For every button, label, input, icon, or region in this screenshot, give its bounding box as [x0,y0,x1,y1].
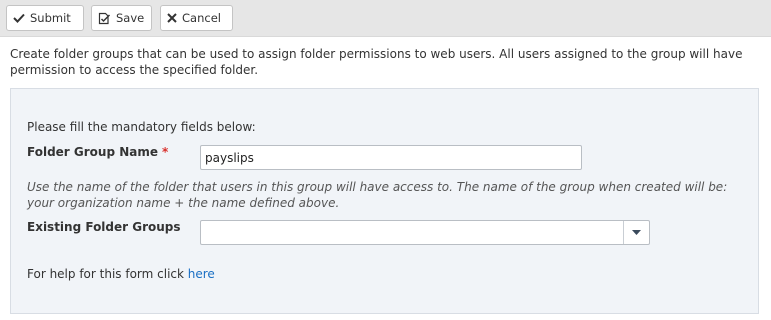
folder-group-hint: Use the name of the folder that users in… [27,180,728,210]
folder-group-name-label: Folder Group Name * [27,145,168,159]
cancel-label: Cancel [182,11,221,25]
save-button[interactable]: Save [91,5,152,31]
cancel-button[interactable]: Cancel [160,5,233,31]
intro-text: Create folder groups that can be used to… [10,47,743,77]
caret-down-icon [632,230,641,235]
help-prefix: For help for this form click [27,267,188,281]
folder-group-name-label-text: Folder Group Name [27,145,158,159]
existing-folder-groups-label: Existing Folder Groups [27,220,181,234]
submit-button[interactable]: Submit [6,5,84,31]
submit-label: Submit [30,11,71,25]
form-panel: Please fill the mandatory fields below: … [10,88,759,314]
folder-group-name-input[interactable] [200,145,582,170]
help-text: For help for this form click here [27,267,215,281]
save-edit-icon [98,12,111,24]
close-icon [167,13,177,23]
form-instructions: Please fill the mandatory fields below: [27,120,256,134]
dropdown-toggle[interactable] [623,221,649,244]
existing-folder-groups-select[interactable] [200,220,650,245]
checkmark-icon [13,13,25,23]
help-link[interactable]: here [188,267,215,281]
save-label: Save [116,11,145,25]
required-marker: * [162,145,169,159]
toolbar: Submit Save Cancel [0,0,771,37]
